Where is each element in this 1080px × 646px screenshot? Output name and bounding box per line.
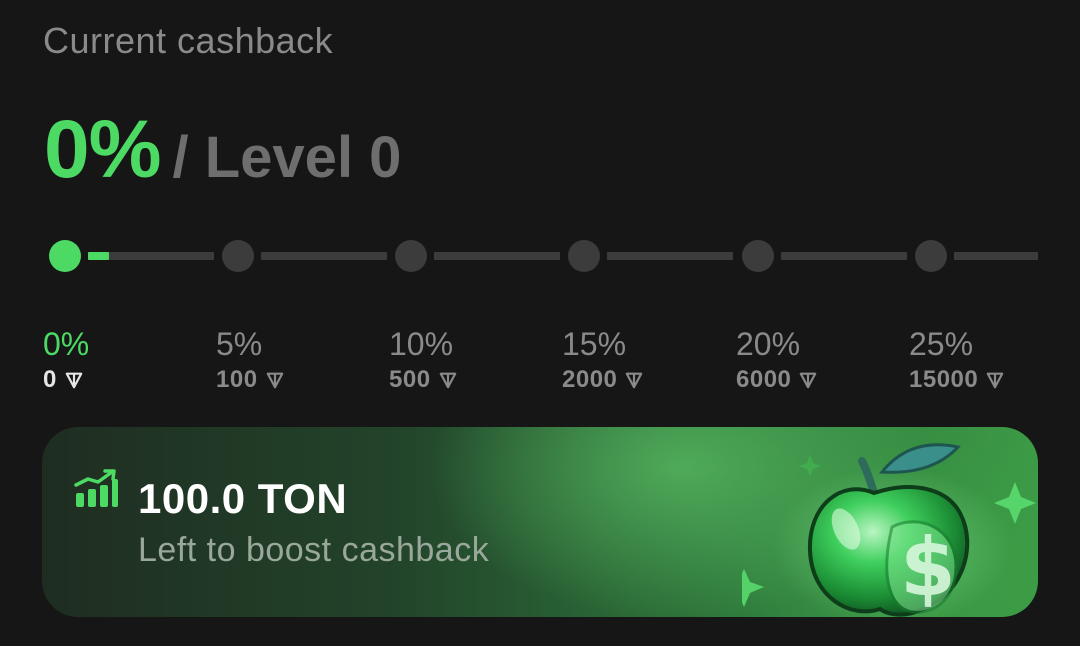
level-label-0: 0% 0 xyxy=(43,326,89,394)
ton-icon xyxy=(800,372,817,389)
level-dot-3 xyxy=(568,240,600,272)
level-percent: 20% xyxy=(736,326,801,362)
green-apple-dollar-illustration: $ xyxy=(742,443,1036,617)
level-percent: 25% xyxy=(909,326,974,362)
amount-left: 100.0 TON xyxy=(138,475,348,522)
level-threshold: 15000 xyxy=(909,366,1004,394)
progress-segment-6 xyxy=(954,252,1038,260)
ton-icon xyxy=(266,372,283,389)
chart-up-icon xyxy=(74,469,118,507)
level-threshold: 2000 xyxy=(562,366,643,394)
level-threshold: 6000 xyxy=(736,366,817,394)
level-threshold-value: 500 xyxy=(389,366,431,393)
progress-segment-3 xyxy=(434,252,560,260)
level-threshold-value: 0 xyxy=(43,366,57,393)
level-percent: 10% xyxy=(389,326,454,362)
level-percent: 15% xyxy=(562,326,627,362)
ton-icon xyxy=(626,372,643,389)
level-label-4: 20% 6000 xyxy=(736,326,817,394)
level-label-5: 25% 15000 xyxy=(909,326,1004,394)
ton-icon xyxy=(986,372,1004,389)
level-percent: 5% xyxy=(216,326,263,362)
ton-icon xyxy=(439,372,456,389)
level-threshold-value: 6000 xyxy=(736,366,792,393)
level-dot-2 xyxy=(395,240,427,272)
ton-icon xyxy=(65,372,83,389)
level-dot-0 xyxy=(49,240,81,272)
level-threshold: 500 xyxy=(389,366,457,394)
level-threshold-value: 15000 xyxy=(909,366,979,393)
level-label-3: 15% 2000 xyxy=(562,326,643,394)
level-threshold: 100 xyxy=(216,366,284,394)
progress-segment-2 xyxy=(261,252,387,260)
level-label-2: 10% 500 xyxy=(389,326,457,394)
level-dot-4 xyxy=(742,240,774,272)
progress-segment-5 xyxy=(781,252,907,260)
level-dot-5 xyxy=(915,240,947,272)
level-dot-1 xyxy=(222,240,254,272)
progress-segment-4 xyxy=(607,252,733,260)
boost-cashback-banner[interactable]: 100.0 TON Left to boost cashback $ xyxy=(42,427,1038,617)
svg-text:$: $ xyxy=(900,521,956,614)
amount-left-subtitle: Left to boost cashback xyxy=(138,531,490,569)
level-percent: 0% xyxy=(43,326,90,362)
progress-fill xyxy=(88,252,109,260)
level-progress-track xyxy=(0,0,1080,300)
level-threshold-value: 100 xyxy=(216,366,258,393)
level-threshold-value: 2000 xyxy=(562,366,618,393)
level-label-1: 5% 100 xyxy=(216,326,284,394)
level-threshold: 0 xyxy=(43,366,89,394)
